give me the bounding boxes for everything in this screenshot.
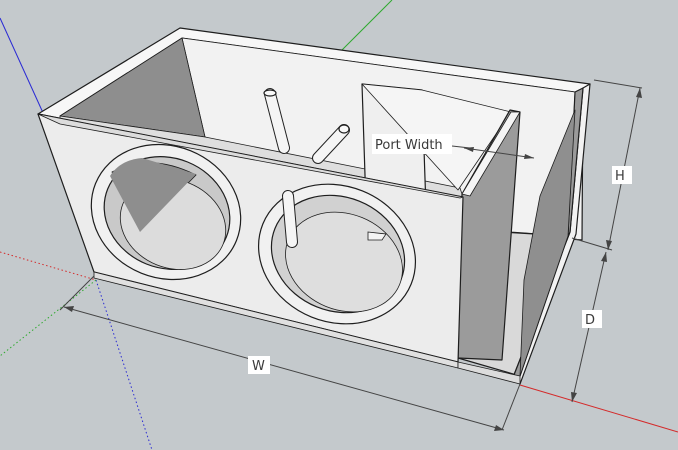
w-extension-left bbox=[59, 275, 95, 311]
red-axis-dotted bbox=[0, 251, 97, 281]
d-arrow-bottom bbox=[571, 392, 577, 402]
green-axis-solid bbox=[339, 0, 393, 53]
rod-1-lower-fill bbox=[283, 191, 297, 247]
rod-2-cap bbox=[338, 124, 350, 134]
w-extension-right bbox=[501, 383, 521, 431]
h-label: H bbox=[615, 169, 625, 184]
blue-axis-solid bbox=[0, 17, 45, 116]
red-axis-solid bbox=[519, 384, 678, 433]
h-arrow-top bbox=[636, 88, 642, 98]
sketchup-viewport[interactable]: W H D Port Width bbox=[0, 0, 678, 450]
d-label: D bbox=[585, 313, 595, 328]
d-arrow-top bbox=[601, 252, 607, 262]
green-axis-dotted bbox=[0, 279, 97, 357]
h-extension-bottom bbox=[571, 237, 613, 251]
blue-axis-dotted bbox=[95, 279, 153, 450]
h-extension-top bbox=[593, 79, 643, 89]
w-arrow-left bbox=[64, 306, 74, 312]
rod-1-cap bbox=[263, 89, 277, 97]
w-label: W bbox=[252, 359, 265, 374]
subwoofer-box-drawing: W H D Port Width bbox=[0, 0, 678, 450]
port-width-label: Port Width bbox=[375, 138, 443, 153]
